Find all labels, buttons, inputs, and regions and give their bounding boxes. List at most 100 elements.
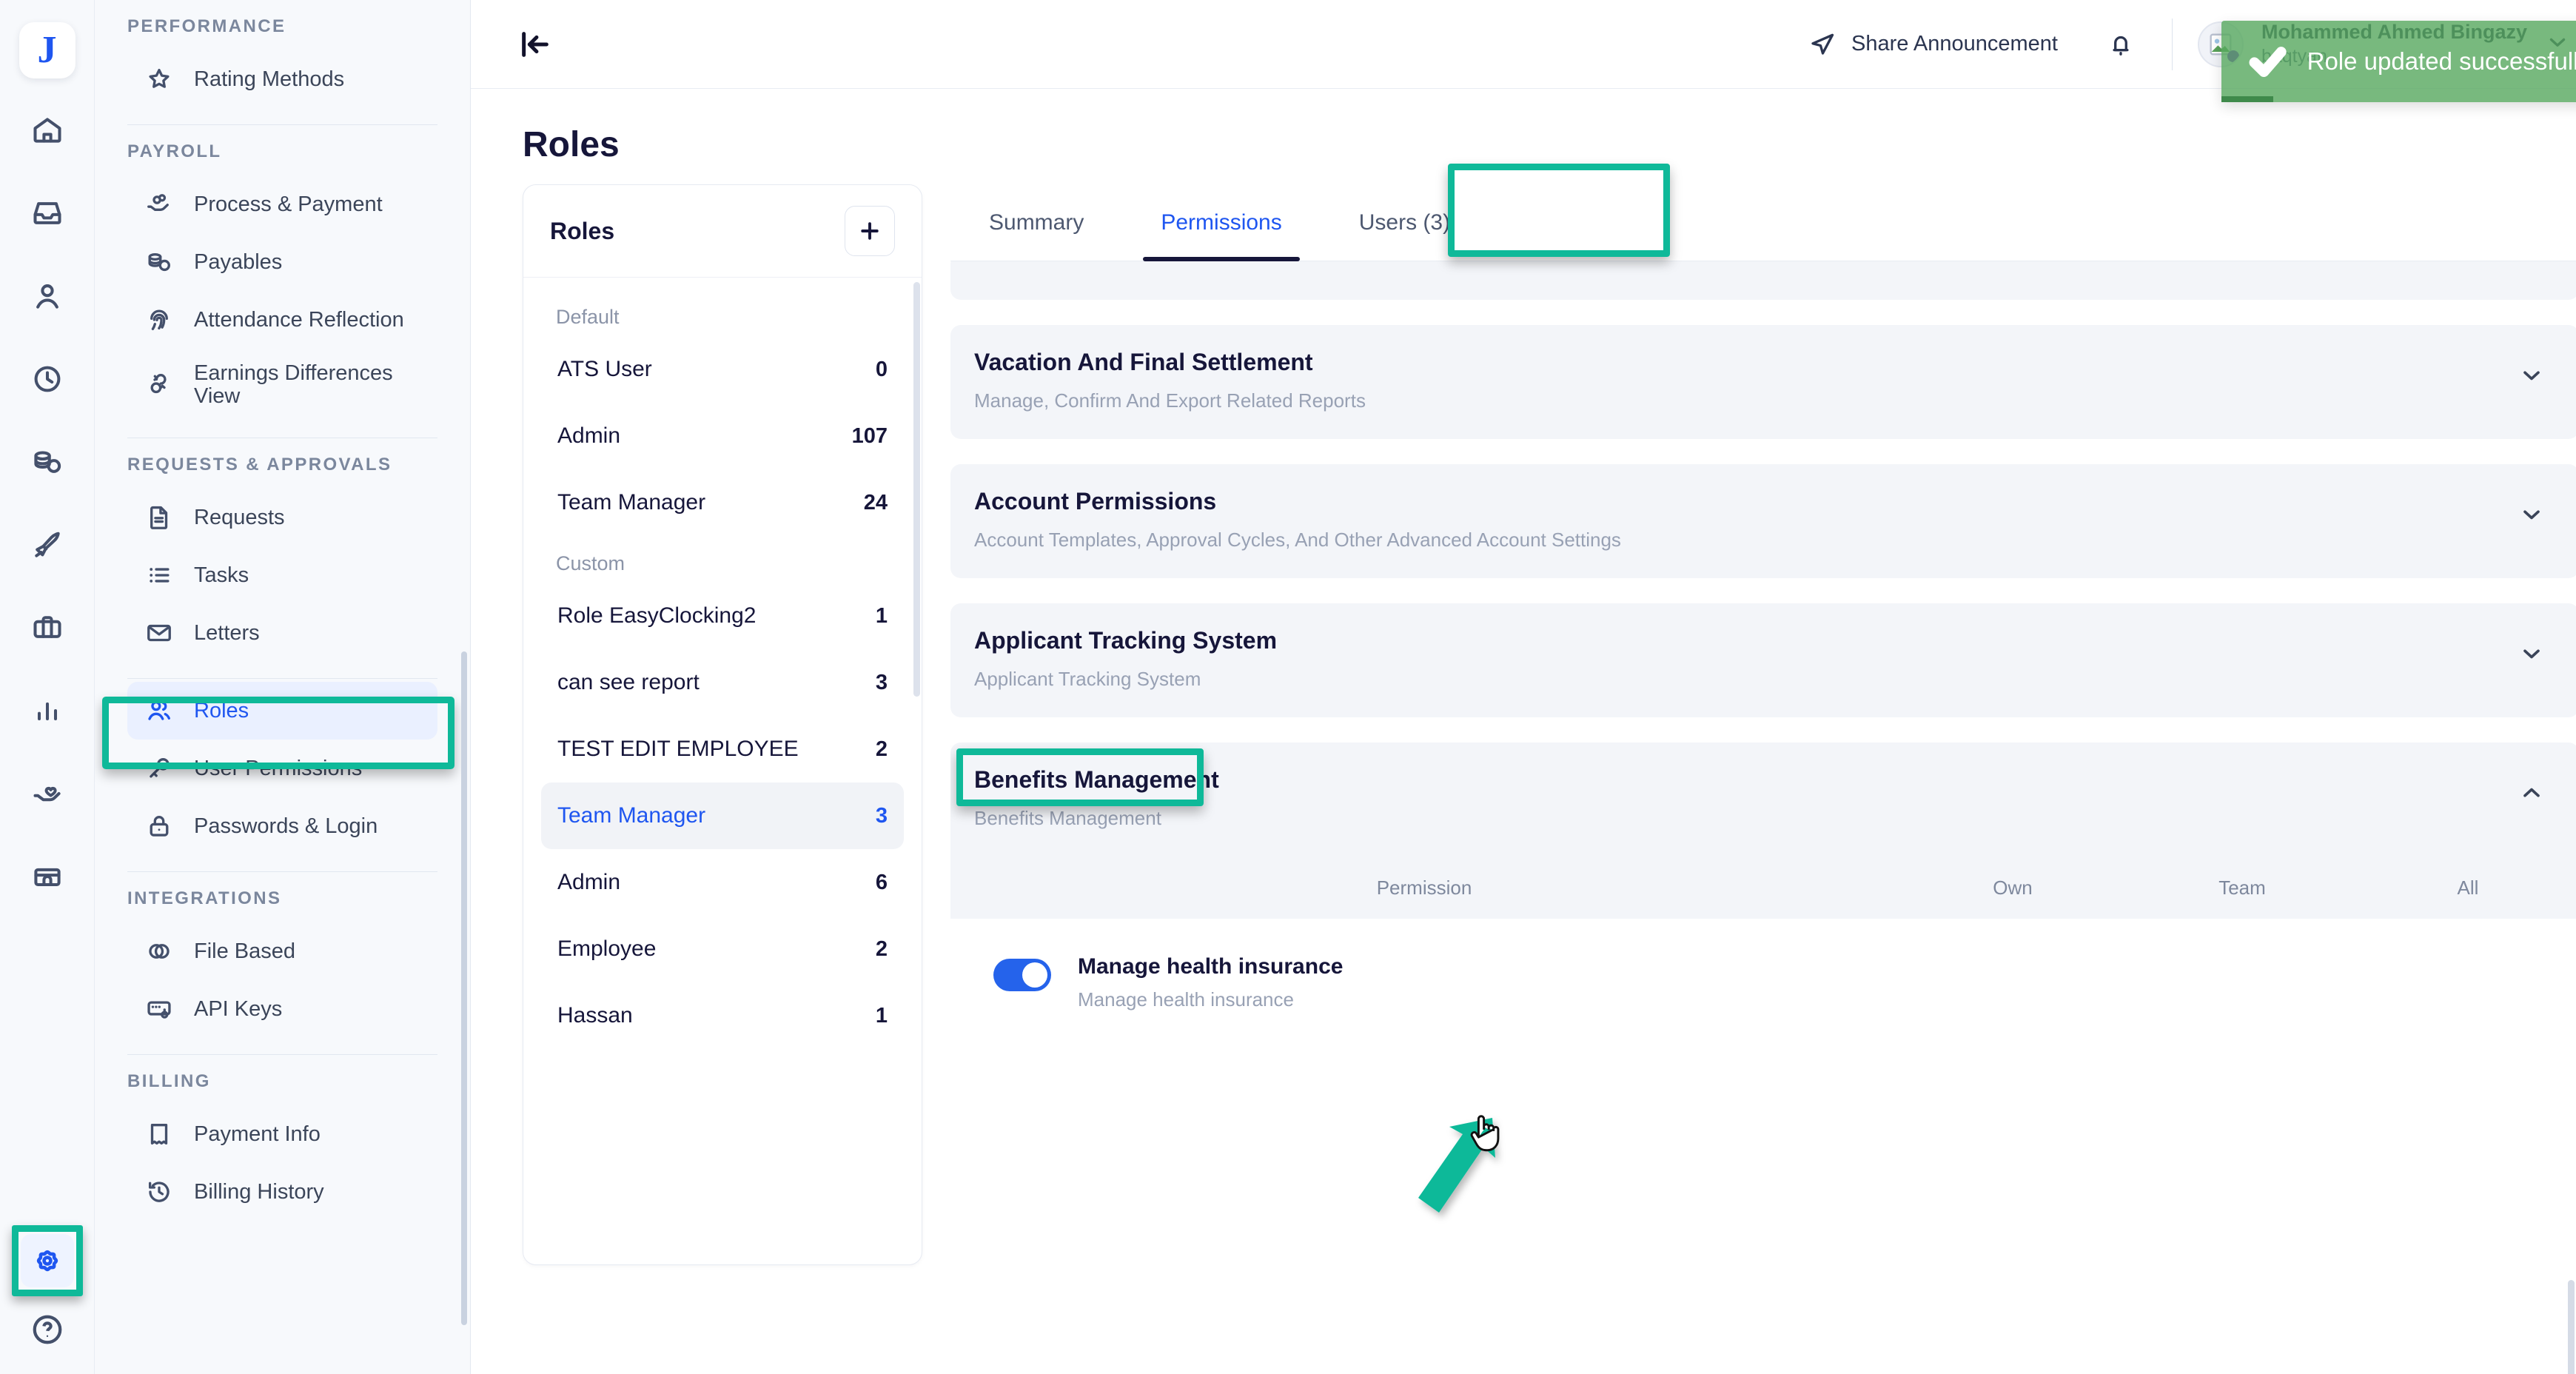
permission-section-applicant-tracking-system[interactable]: Applicant Tracking System Applicant Trac… <box>950 603 2576 717</box>
role-user-count: 2 <box>875 737 888 761</box>
chevron-down-icon[interactable] <box>2518 501 2545 532</box>
role-list-item[interactable]: Admin 6 <box>541 849 904 916</box>
collapse-left-icon <box>522 31 549 57</box>
key-icon <box>150 757 170 778</box>
role-list-item[interactable]: Admin 107 <box>541 403 904 469</box>
column-header-team: Team <box>2218 876 2266 899</box>
collapse-sidebar-button[interactable] <box>512 21 558 67</box>
role-list-item[interactable]: Employee 2 <box>541 916 904 982</box>
chevron-up-icon[interactable] <box>2518 780 2545 810</box>
permission-section-subtitle: Manage, Confirm And Export Related Repor… <box>974 389 1366 412</box>
permission-section-vacation-final-settlement[interactable]: Vacation And Final Settlement Manage, Co… <box>950 325 2576 439</box>
hand-heart-icon[interactable] <box>21 767 74 820</box>
role-list-item[interactable]: ATS User 0 <box>541 336 904 403</box>
inbox-icon[interactable] <box>21 187 74 240</box>
share-announcement-button[interactable]: Share Announcement <box>1789 30 2077 58</box>
roles-list-card: Roles Default ATS User 0 Admin 107 Team … <box>523 184 922 1265</box>
sidebar-item-payment-info[interactable]: Payment Info <box>127 1105 437 1163</box>
sidebar-item-billing-history[interactable]: Billing History <box>127 1163 437 1221</box>
tab-label: Summary <box>989 210 1084 235</box>
tab-summary[interactable]: Summary <box>950 184 1122 261</box>
coins-icon[interactable] <box>21 435 74 489</box>
permission-section-subtitle: Account Templates, Approval Cycles, And … <box>974 529 1621 551</box>
sidebar-item-label: Passwords & Login <box>194 814 378 838</box>
permissions-panel: Summary Permissions Users (3) Vacation A… <box>950 164 2576 1374</box>
tab-bar: Summary Permissions Users (3) <box>950 164 2576 261</box>
star-icon <box>149 68 170 88</box>
sidebar-item-letters[interactable]: Letters <box>127 604 437 662</box>
role-list-item[interactable]: TEST EDIT EMPLOYEE 2 <box>541 716 904 782</box>
app-logo[interactable]: J <box>19 22 76 78</box>
chevron-down-icon[interactable] <box>2518 362 2545 392</box>
role-name: Team Manager <box>557 490 706 515</box>
role-user-count: 0 <box>875 357 888 381</box>
sidebar-item-passwords-login[interactable]: Passwords & Login <box>127 797 437 855</box>
add-role-button[interactable] <box>845 206 895 256</box>
roles-group-label: Default <box>556 306 620 328</box>
gear-icon <box>36 1250 58 1272</box>
sidebar-item-label: Earnings Differences View <box>194 361 393 408</box>
role-list-item[interactable]: Hassan 1 <box>541 982 904 1049</box>
role-user-count: 2 <box>875 936 888 961</box>
sidebar-item-requests[interactable]: Requests <box>127 489 437 546</box>
role-name: can see report <box>557 670 700 694</box>
sidebar-item-file-based[interactable]: File Based <box>127 922 437 980</box>
role-user-count: 6 <box>875 870 888 894</box>
tab-users[interactable]: Users (3) <box>1321 184 1489 261</box>
sidebar-item-label: Payment Info <box>194 1122 321 1146</box>
permissions-scrollbar[interactable] <box>2568 1280 2575 1374</box>
fingerprint-icon <box>150 309 168 331</box>
sidebar-item-label: File Based <box>194 939 296 963</box>
settings-nav-column: PERFORMANCE Rating Methods PAYROLL Proce… <box>95 0 471 1374</box>
sidebar-item-api-keys[interactable]: API Keys <box>127 980 437 1038</box>
sidebar-item-earnings-differences-view[interactable]: Earnings Differences View <box>127 349 437 421</box>
bar-chart-icon[interactable] <box>21 684 74 737</box>
role-list-item[interactable]: Role EasyClocking2 1 <box>541 583 904 649</box>
sidebar-item-rating-methods[interactable]: Rating Methods <box>127 50 437 108</box>
tab-permissions[interactable]: Permissions <box>1122 184 1320 261</box>
role-name: Admin <box>557 870 621 894</box>
clock-icon[interactable] <box>21 352 74 406</box>
sidebar-item-user-permissions[interactable]: User Permissions <box>127 740 437 797</box>
roles-list-scrollbar[interactable] <box>913 282 920 697</box>
role-list-item[interactable]: Team Manager 24 <box>541 469 904 536</box>
role-user-count: 107 <box>851 423 888 448</box>
rocket-icon[interactable] <box>21 518 74 572</box>
role-user-count: 1 <box>875 1003 888 1028</box>
roles-card-title: Roles <box>550 217 615 244</box>
role-list-item[interactable]: can see report 3 <box>541 649 904 716</box>
api-key-icon <box>147 1001 171 1019</box>
sidebar-item-tasks[interactable]: Tasks <box>127 546 437 604</box>
sidebar-item-attendance-reflection[interactable]: Attendance Reflection <box>127 291 437 349</box>
sidebar-item-process-payment[interactable]: Process & Payment <box>127 175 437 233</box>
home-icon[interactable] <box>21 104 74 157</box>
settings-gear-button[interactable] <box>12 1225 83 1296</box>
bell-icon <box>2113 36 2129 56</box>
notifications-button[interactable] <box>2077 30 2164 58</box>
briefcase-icon[interactable] <box>21 601 74 654</box>
topbar-divider <box>2171 18 2173 70</box>
permission-section-title: Benefits Management <box>974 766 1219 793</box>
success-toast: Role updated successfully <box>2221 21 2576 102</box>
benefits-management-header[interactable]: Benefits Management Benefits Management <box>950 743 2576 857</box>
building-icon[interactable] <box>21 850 74 903</box>
sidebar-item-payables[interactable]: Payables <box>127 233 437 291</box>
permission-section-clipped[interactable] <box>950 261 2576 300</box>
document-icon <box>150 506 168 529</box>
chevron-down-icon[interactable] <box>2518 640 2545 671</box>
role-name: Employee <box>557 936 657 961</box>
sidebar-item-roles[interactable]: Roles <box>127 682 437 740</box>
sidebar-item-label: Tasks <box>194 563 249 587</box>
roles-card-header: Roles <box>523 185 922 278</box>
nav-divider <box>127 678 437 679</box>
permission-section-title: Vacation And Final Settlement <box>974 349 1313 375</box>
permission-section-account-permissions[interactable]: Account Permissions Account Templates, A… <box>950 464 2576 578</box>
sidebar-scrollbar[interactable] <box>461 651 467 1325</box>
coins-stack-icon <box>148 253 170 272</box>
help-circle-icon[interactable] <box>30 1313 64 1350</box>
person-icon[interactable] <box>21 269 74 323</box>
permission-section-title: Account Permissions <box>974 488 1217 515</box>
sidebar-item-label: Process & Payment <box>194 192 383 216</box>
manage-health-insurance-toggle[interactable] <box>993 959 1051 991</box>
role-list-item-selected[interactable]: Team Manager 3 <box>541 782 904 849</box>
